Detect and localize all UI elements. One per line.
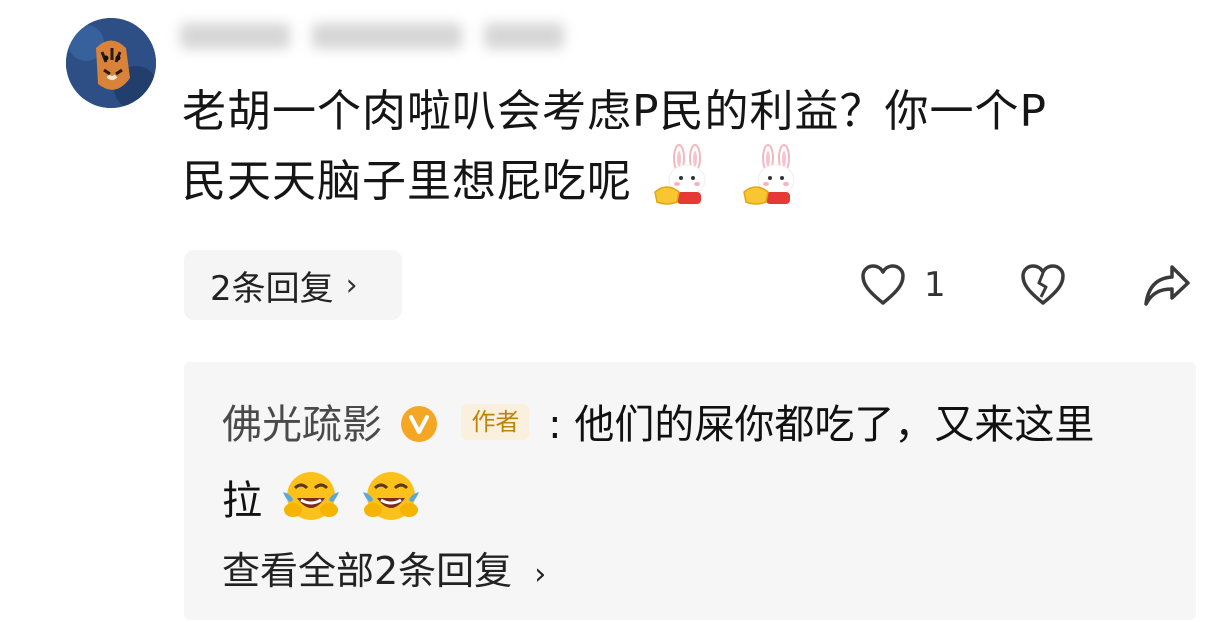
comment-text-line1: 老胡一个肉啦叭会考虑P民的利益？你一个P — [182, 86, 1048, 137]
rabbit-gold-ingot-emoji-icon — [651, 144, 721, 224]
share-arrow-icon — [1144, 265, 1190, 306]
view-all-replies-link[interactable]: 查看全部2条回复 › — [222, 540, 546, 595]
reply-text-line1: 他们的屎你都吃了，又来这里 — [574, 402, 1095, 448]
replies-button[interactable]: 2条回复 › — [184, 250, 402, 320]
dislike-button[interactable] — [1020, 258, 1066, 312]
chevron-right-icon: › — [534, 557, 547, 592]
avatar[interactable] — [66, 18, 156, 108]
reply-separator: : — [548, 402, 562, 448]
share-button[interactable] — [1142, 258, 1192, 312]
username-blurred[interactable] — [180, 14, 564, 58]
heart-icon — [861, 264, 905, 305]
tiger-avatar-icon — [66, 18, 156, 108]
reply-content: 佛光疏影 作者 : 他们的屎你都吃了，又来这里 拉 — [222, 390, 1182, 546]
chevron-right-icon: › — [345, 267, 358, 303]
reply-author-name[interactable]: 佛光疏影 — [222, 402, 382, 448]
comment-text: 老胡一个肉啦叭会考虑P民的利益？你一个P 民天天脑子里想屁吃呢 — [182, 80, 1192, 224]
rabbit-gold-ingot-emoji-icon — [740, 144, 810, 224]
broken-heart-icon — [1021, 264, 1065, 305]
replies-label: 2条回复 — [210, 268, 334, 309]
laughing-tears-emoji-icon — [279, 466, 343, 546]
like-button[interactable]: 1 — [860, 258, 946, 312]
author-tag: 作者 — [461, 404, 530, 440]
verified-badge-icon — [399, 396, 439, 466]
view-all-replies-label: 查看全部2条回复 — [222, 549, 513, 593]
laughing-tears-emoji-icon — [359, 466, 423, 546]
reply-text-line2: 拉 — [222, 478, 262, 524]
comment-text-line2: 民天天脑子里想屁吃呢 — [182, 156, 632, 207]
like-count: 1 — [924, 265, 946, 305]
